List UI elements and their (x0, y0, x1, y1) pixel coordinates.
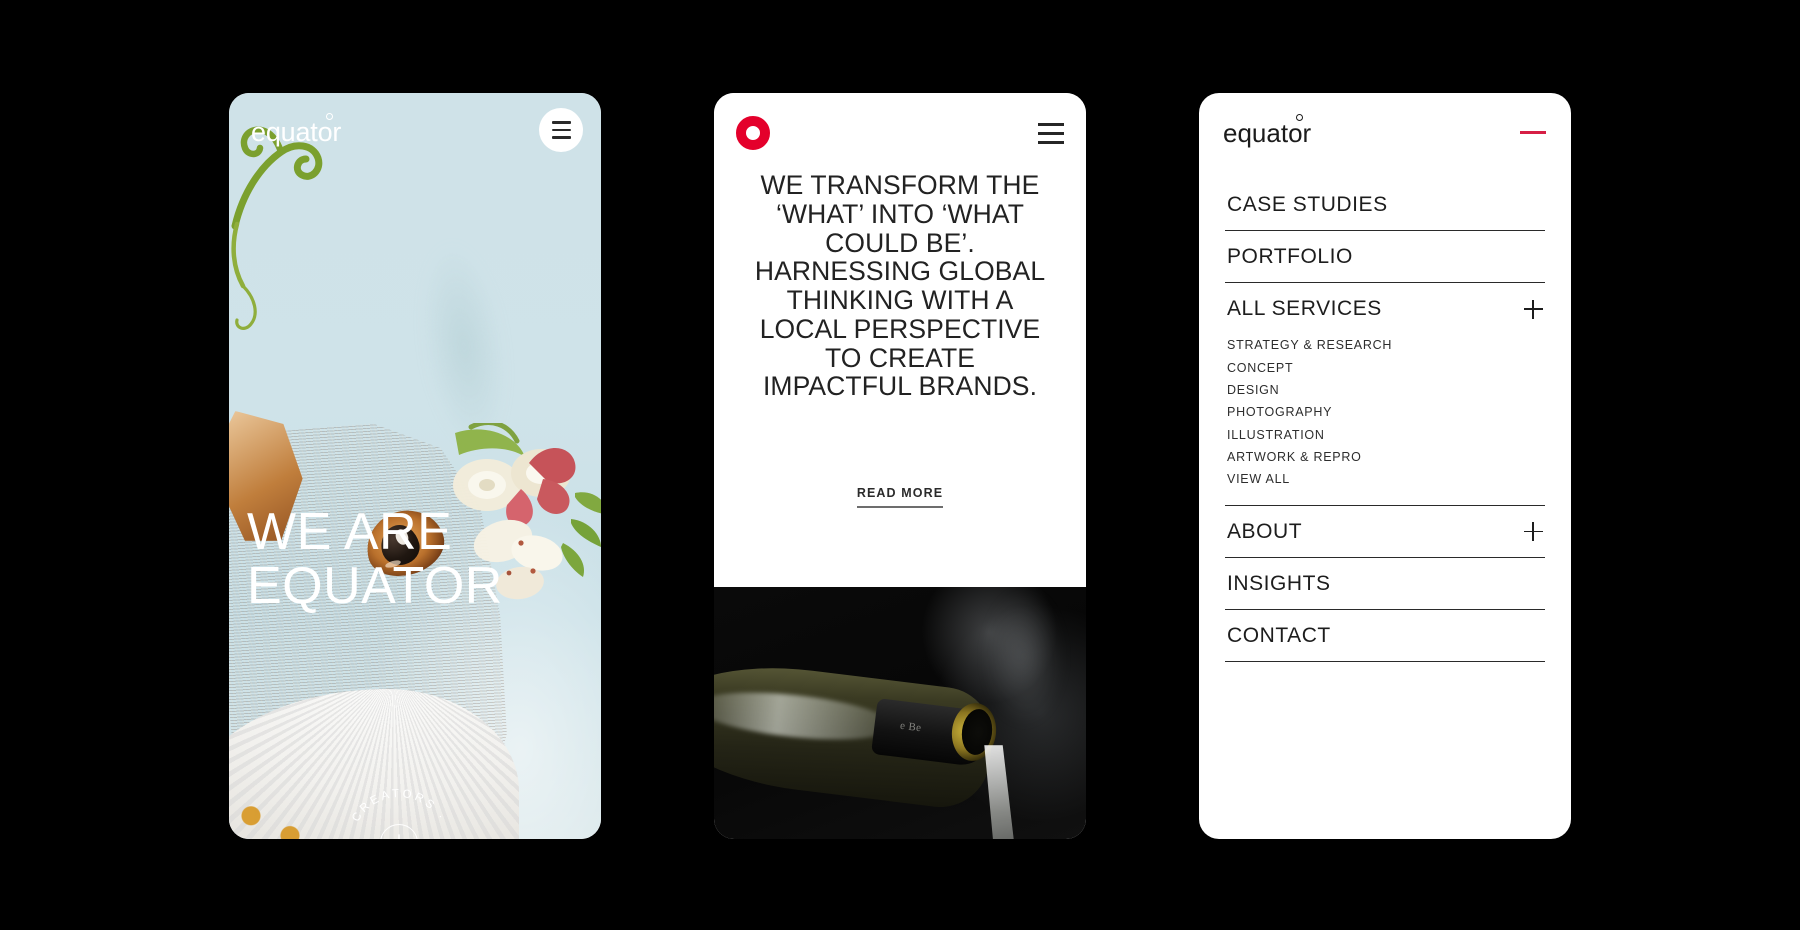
nav-label: ABOUT (1227, 519, 1303, 543)
sub-item-strategy-research[interactable]: STRATEGY & RESEARCH (1227, 334, 1543, 356)
intro-panel: WE TRANSFORM THE ‘WHAT’ INTO ‘WHAT COULD… (714, 93, 1086, 581)
nav-item-insights[interactable]: INSIGHTS (1225, 556, 1545, 609)
minus-close-icon[interactable] (1520, 131, 1546, 134)
hamburger-menu-button[interactable] (539, 108, 583, 152)
nav-item-case-studies[interactable]: CASE STUDIES (1225, 179, 1545, 230)
headline-line: TO CREATE (824, 342, 976, 373)
headline-line: COULD BE’. (825, 227, 975, 258)
headline-line: HARNESSING GLOBAL (754, 256, 1046, 287)
nav-label: INSIGHTS (1227, 571, 1331, 595)
services-sublist: STRATEGY & RESEARCH CONCEPT DESIGN PHOTO… (1225, 334, 1545, 505)
nav-row[interactable]: ALL SERVICES (1225, 283, 1545, 334)
logo-phone3[interactable]: equator (1223, 114, 1312, 149)
presentation-canvas: equator WE ARE EQUATOR CREATORS · WE TRA… (0, 0, 1800, 930)
nav-label: ALL SERVICES (1227, 297, 1382, 320)
hamburger-bar (551, 136, 571, 139)
phone-mockup-intro: WE TRANSFORM THE ‘WHAT’ INTO ‘WHAT COULD… (714, 93, 1086, 839)
plus-icon[interactable] (1524, 522, 1543, 542)
nav-item-contact[interactable]: CONTACT (1225, 608, 1545, 661)
nav-label: PORTFOLIO (1227, 245, 1353, 268)
sub-item-artwork-repro[interactable]: ARTWORK & REPRO (1227, 446, 1543, 468)
hamburger-bar (551, 121, 571, 124)
gold-ring-pattern (229, 769, 335, 839)
hamburger-menu-button[interactable] (1038, 123, 1064, 144)
creators-curators-badge[interactable]: CREATORS · CURATORS · & (339, 783, 459, 839)
hamburger-bar (1038, 141, 1064, 144)
wine-photo: e Be (714, 587, 1086, 839)
headline-line: IMPACTFUL BRANDS. (762, 371, 1038, 402)
nav-row[interactable]: INSIGHTS (1225, 558, 1545, 609)
nav-item-about[interactable]: ABOUT (1225, 504, 1545, 557)
equator-ring-mark-icon[interactable] (736, 116, 770, 150)
sub-item-view-all[interactable]: VIEW ALL (1227, 468, 1543, 490)
hero-headline-line-1: WE ARE (247, 503, 453, 561)
sub-item-design[interactable]: DESIGN (1227, 379, 1543, 401)
nav-label: CONTACT (1227, 623, 1331, 647)
main-navigation: CASE STUDIES PORTFOLIO ALL SERVICES STRA… (1225, 179, 1545, 662)
phone-mockup-menu: equator CASE STUDIES PORTFOLIO ALL SERVI… (1199, 93, 1571, 839)
logo-text: equator (251, 117, 342, 147)
nav-row[interactable]: CASE STUDIES (1225, 179, 1545, 230)
sub-item-concept[interactable]: CONCEPT (1227, 356, 1543, 378)
sub-item-illustration[interactable]: ILLUSTRATION (1227, 424, 1543, 446)
hamburger-bar (1038, 132, 1064, 135)
headline-line: ‘WHAT’ INTO ‘WHAT (775, 198, 1024, 229)
hero-headline: WE ARE EQUATOR (247, 505, 587, 613)
read-more-wrapper: READ MORE (714, 484, 1086, 508)
hero-headline-line-2: EQUATOR (247, 557, 503, 616)
read-more-link[interactable]: READ MORE (856, 486, 944, 508)
nav-row[interactable]: CONTACT (1225, 610, 1545, 661)
headline-line: LOCAL PERSPECTIVE (759, 313, 1041, 344)
menu-header: equator (1199, 93, 1571, 163)
green-tendril-decoration (231, 126, 323, 330)
nav-item-all-services[interactable]: ALL SERVICES STRATEGY & RESEARCH CONCEPT… (1225, 282, 1545, 505)
hamburger-bar (1038, 123, 1064, 126)
hamburger-bar (551, 128, 571, 132)
arrow-down-glyph (398, 834, 400, 839)
logo-ring-icon (1295, 114, 1303, 121)
nav-row[interactable]: PORTFOLIO (1225, 231, 1545, 282)
logo-phone1[interactable]: equator (251, 113, 342, 148)
bottle-label-text: e Be (899, 719, 923, 735)
svg-text:CREATORS ·: CREATORS · (350, 788, 448, 824)
nav-label: CASE STUDIES (1227, 193, 1388, 216)
headline-line: THINKING WITH A (786, 285, 1014, 315)
hero-background-image: equator WE ARE EQUATOR CREATORS · (229, 93, 601, 839)
nav-bottom-rule (1225, 660, 1545, 662)
nav-item-portfolio[interactable]: PORTFOLIO (1225, 230, 1545, 282)
sub-item-photography[interactable]: PHOTOGRAPHY (1227, 401, 1543, 423)
phone-mockup-home: equator WE ARE EQUATOR CREATORS · (229, 93, 601, 839)
plus-icon[interactable] (1524, 299, 1543, 319)
nav-row[interactable]: ABOUT (1225, 506, 1545, 557)
headline-line: WE TRANSFORM THE (760, 170, 1040, 200)
logo-ring-icon (325, 113, 333, 120)
intro-headline: WE TRANSFORM THE ‘WHAT’ INTO ‘WHAT COULD… (738, 171, 1062, 401)
logo-text: equator (1223, 118, 1312, 148)
